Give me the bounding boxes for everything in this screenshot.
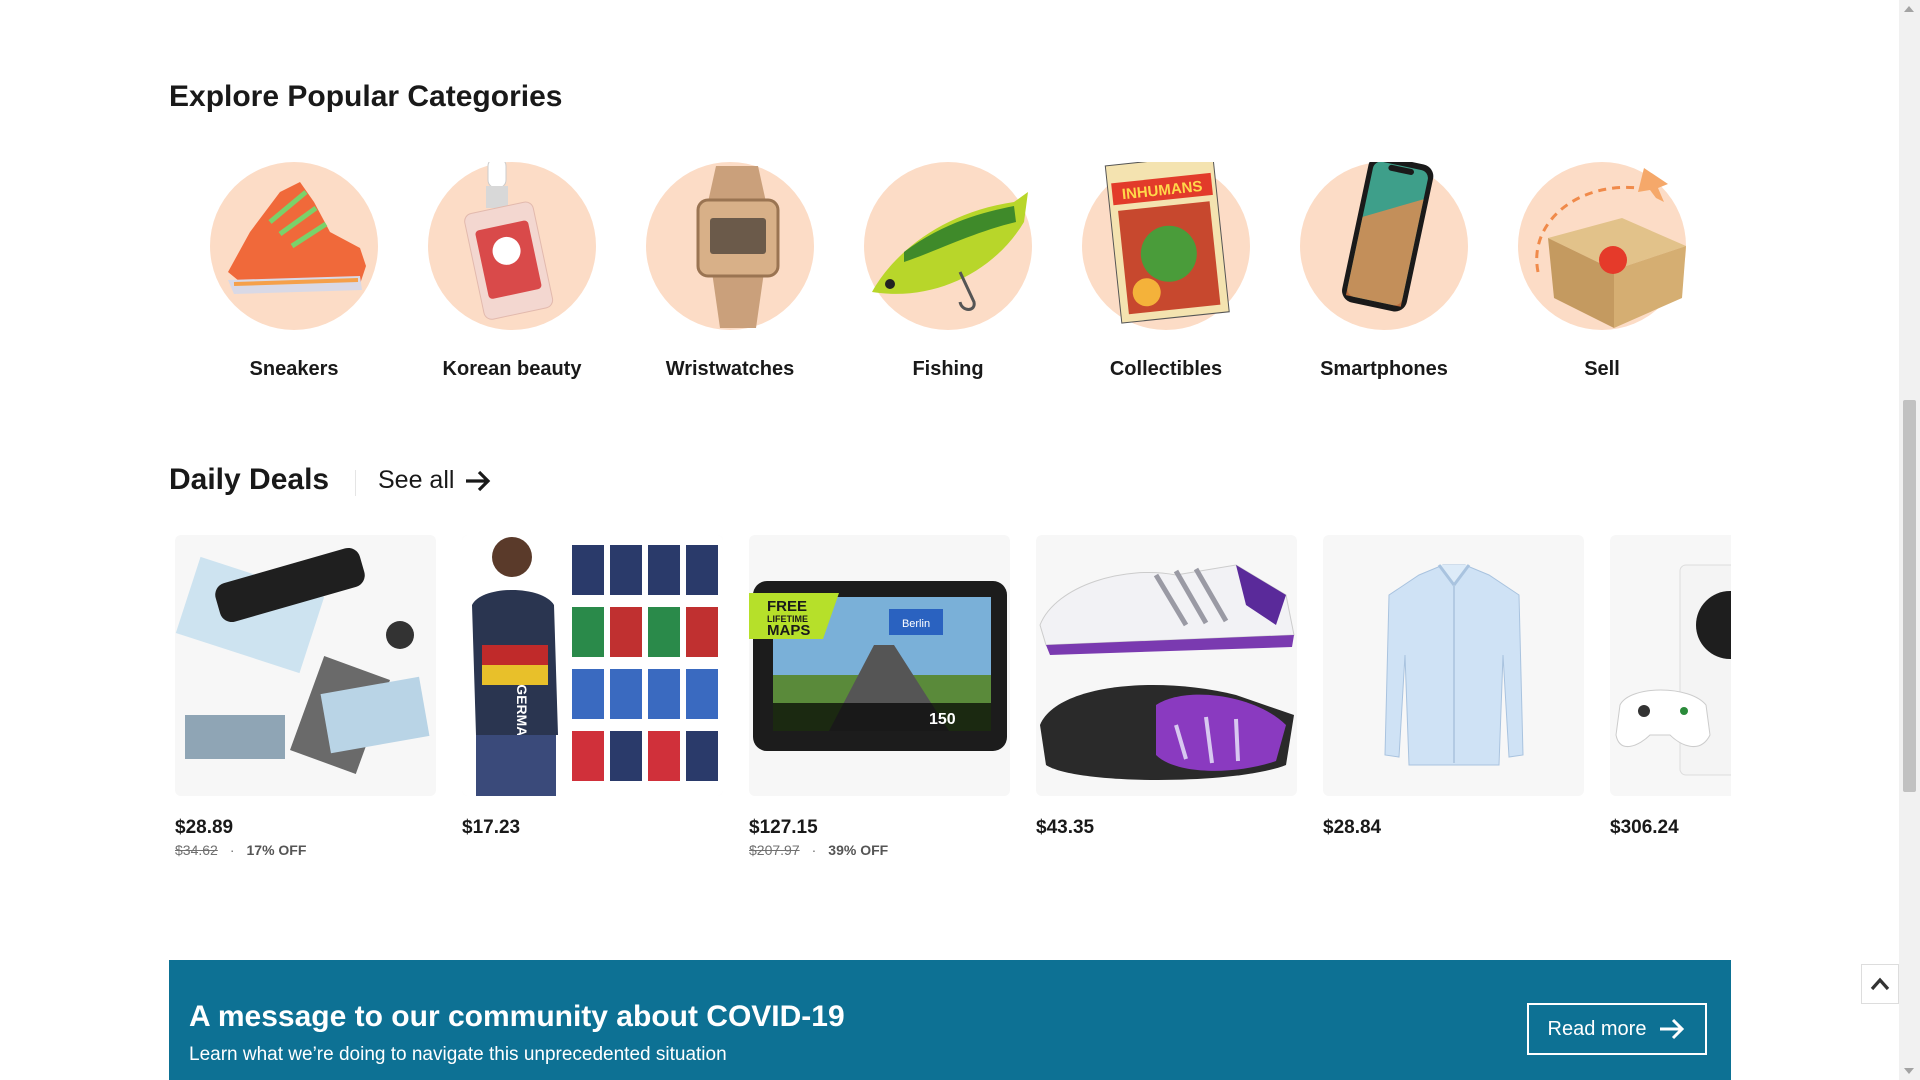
serum-bottle-image: [464, 162, 554, 320]
category-korean-beauty[interactable]: Korean beauty: [408, 158, 626, 388]
dress-shirt-image: [1384, 564, 1524, 766]
see-all-link[interactable]: See all: [378, 466, 492, 495]
category-wristwatches[interactable]: Wristwatches: [626, 158, 844, 388]
comic-book-image: INHUMANS: [1104, 162, 1230, 324]
banner-subtitle: Learn what we’re doing to navigate this …: [189, 1044, 727, 1065]
category-label: Wristwatches: [665, 358, 795, 380]
category-sneakers[interactable]: Sneakers: [190, 158, 408, 388]
read-more-button[interactable]: Read more: [1527, 1003, 1707, 1055]
laminator-image: [175, 547, 430, 774]
sneaker-image: [228, 182, 366, 294]
separator-dot: ·: [811, 842, 817, 858]
category-label: Smartphones: [1320, 358, 1448, 380]
scroll-up-arrow-icon[interactable]: [1904, 6, 1914, 12]
gps-badge-line: FREE: [767, 598, 807, 615]
germany-shirt-image: GERMANY: [462, 535, 723, 796]
deal-price: $43.35: [1036, 817, 1095, 838]
deal-image-frame: [1036, 535, 1297, 796]
category-sell[interactable]: Sell: [1498, 158, 1716, 388]
gps-navigator-image: Berlin 150 FREE LIFETIME MAPS: [749, 581, 1007, 751]
gps-distance: 150: [929, 711, 956, 728]
scrollbar-thumb[interactable]: [1903, 400, 1916, 792]
deal-original-price: $34.62: [175, 842, 218, 858]
wristwatch-image: [696, 166, 780, 328]
category-label: Fishing: [912, 358, 984, 380]
fishing-lure-image: [872, 192, 1028, 311]
read-more-label: Read more: [1547, 1017, 1647, 1040]
category-label: Collectibles: [1109, 358, 1223, 380]
deal-price: $28.84: [1323, 817, 1382, 838]
deal-price: $28.89: [175, 817, 234, 838]
deal-image-frame: [1610, 535, 1731, 796]
covid-banner: A message to our community about COVID-1…: [169, 960, 1731, 1080]
deal-discount: 39% OFF: [828, 842, 889, 858]
arrow-right-icon: [1660, 1018, 1685, 1040]
deal-price: $306.24: [1610, 817, 1679, 838]
divider: [355, 470, 356, 496]
deal-price: $17.23: [462, 817, 521, 838]
separator-dot: ·: [229, 842, 235, 858]
gps-sign: Berlin: [902, 618, 930, 630]
page-scrollbar[interactable]: [1899, 0, 1920, 1080]
deal-image-frame: Berlin 150 FREE LIFETIME MAPS: [749, 535, 1010, 796]
running-shoes-image: [1039, 564, 1295, 780]
deal-discount-line: $34.62 · 17% OFF: [175, 842, 306, 858]
deals-carousel: $28.89 $34.62 · 17% OFF GERMANY $17.23 B…: [169, 535, 1731, 875]
categories-row: Sneakers Korean beauty Wristwatches Fish…: [190, 158, 1716, 388]
banner-title: A message to our community about COVID-1…: [189, 1000, 845, 1033]
categories-heading: Explore Popular Categories: [169, 80, 563, 113]
category-label: Korean beauty: [442, 358, 582, 380]
daily-deals-heading: Daily Deals: [169, 463, 330, 496]
smartphone-image: [1342, 162, 1434, 312]
arrow-right-icon: [466, 470, 491, 491]
see-all-label: See all: [378, 466, 455, 494]
deal-image-frame: [175, 535, 436, 796]
deal-discount: 17% OFF: [246, 842, 307, 858]
scroll-to-top-button[interactable]: [1861, 964, 1899, 1004]
deal-image-frame: GERMANY: [462, 535, 723, 796]
category-smartphones[interactable]: Smartphones: [1280, 158, 1498, 388]
category-label: Sell: [1584, 358, 1620, 380]
page: Explore Popular Categories Sneakers Kore…: [0, 0, 1899, 1080]
chevron-up-icon: [1870, 977, 1890, 991]
deal-price: $127.15: [749, 817, 818, 838]
category-collectibles[interactable]: INHUMANS Collectibles: [1062, 158, 1280, 388]
gps-badge-line: MAPS: [767, 622, 810, 639]
deal-discount-line: $207.97 · 39% OFF: [749, 842, 888, 858]
category-label: Sneakers: [249, 358, 339, 380]
deal-image-frame: [1323, 535, 1584, 796]
parcel-box-image: [1535, 168, 1686, 328]
deal-original-price: $207.97: [749, 842, 800, 858]
scroll-down-arrow-icon[interactable]: [1904, 1068, 1914, 1074]
category-fishing[interactable]: Fishing: [844, 158, 1062, 388]
game-console-image: [1615, 564, 1731, 776]
